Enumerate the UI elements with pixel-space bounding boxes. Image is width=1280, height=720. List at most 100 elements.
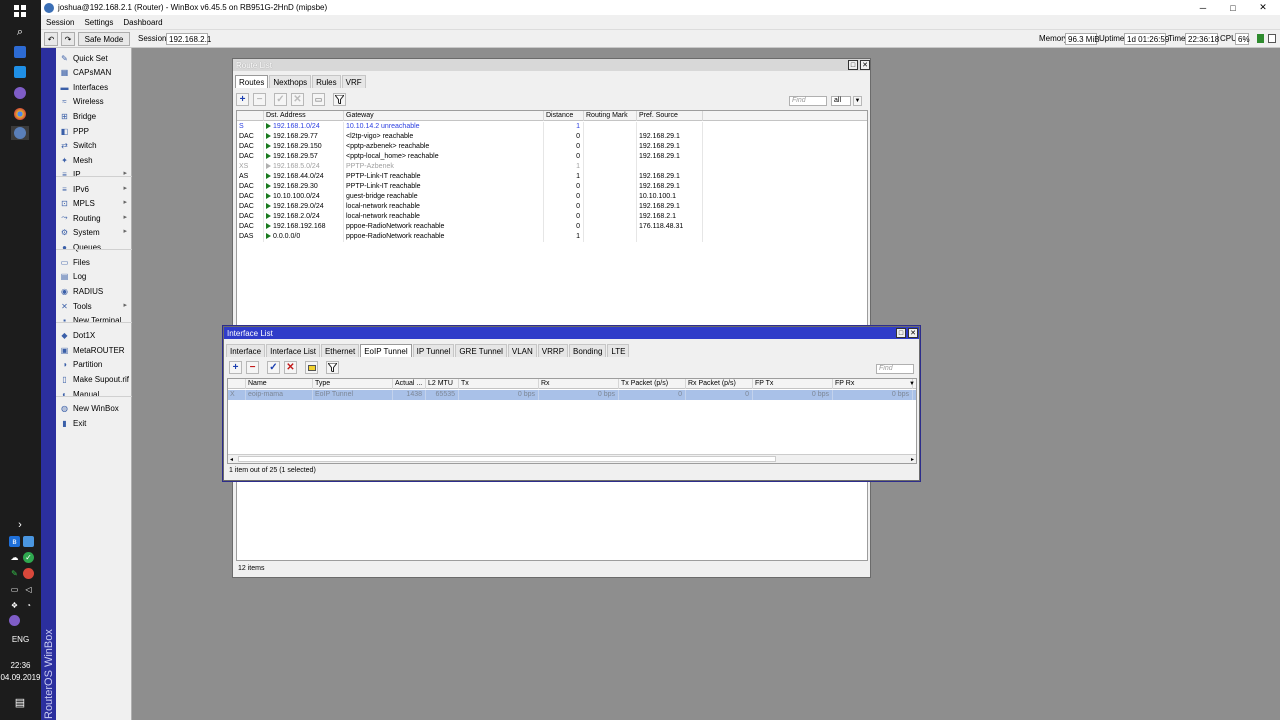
table-row[interactable]: Xeoip-mama EoIP Tunnel 1438 65535 0 bps 0 bps… (228, 390, 916, 400)
comment-route-button[interactable]: ▭ (312, 93, 325, 106)
language-indicator[interactable]: ENG (0, 635, 41, 644)
route-column-header[interactable] (237, 111, 264, 121)
sidebar-item-radius[interactable]: ◉ RADIUS (56, 284, 132, 298)
viber-icon[interactable] (11, 86, 29, 100)
tab-gre-tunnel[interactable]: GRE Tunnel (455, 344, 507, 357)
sidebar-item-quick-set[interactable]: ✎ Quick Set (56, 51, 132, 65)
bluetooth-icon[interactable]: ʙ (9, 536, 20, 547)
table-row[interactable]: DAC 192.168.29.57 <pptp-local_home> reacha… (237, 152, 867, 162)
clock-time[interactable]: 22:36 (0, 661, 41, 670)
winbox-taskbar-icon[interactable] (11, 126, 29, 140)
interface-column-header[interactable]: Actual ... (393, 379, 426, 389)
scroll-right-icon[interactable]: ▸ (911, 456, 914, 463)
dropbox-icon[interactable]: ❖ (9, 600, 20, 611)
table-row[interactable]: DAC 192.168.29.77 <l2tp-vigo> reachable 0 19… (237, 132, 867, 142)
enable-route-button[interactable]: ✓ (274, 93, 287, 106)
route-column-header[interactable]: Distance (544, 111, 584, 121)
chevron-up-icon[interactable]: › (11, 518, 29, 532)
comment-interface-button[interactable] (305, 361, 318, 374)
viber-tray-icon[interactable] (9, 615, 20, 626)
remove-interface-button[interactable]: − (246, 361, 259, 374)
sidebar-item-mpls[interactable]: ⊡ MPLS ▸ (56, 196, 132, 210)
table-row[interactable]: DAC 10.10.100.0/24 guest-bridge reachable 0… (237, 192, 867, 202)
sidebar-item-partition[interactable]: ◑ Partition (56, 357, 132, 371)
sidebar-item-ipv6[interactable]: ≡ IPv6 ▸ (56, 182, 132, 196)
interface-list-maximize-button[interactable]: □ (896, 328, 906, 338)
sidebar-item-log[interactable]: ▤ Log (56, 269, 132, 283)
filter-icon[interactable] (333, 93, 346, 106)
table-row[interactable]: DAC 192.168.29.150 <pptp-azbenek> reachabl… (237, 142, 867, 152)
interface-column-header[interactable]: L2 MTU (426, 379, 459, 389)
sidebar-item-dot1x[interactable]: ◆ Dot1X (56, 328, 132, 342)
table-row[interactable]: DAC 192.168.29.30 PPTP-Link-IT reachable 0 1… (237, 182, 867, 192)
windows-start-icon[interactable] (11, 4, 29, 18)
interface-column-header[interactable]: FP Tx (753, 379, 833, 389)
minimize-button[interactable]: ─ (1188, 0, 1218, 15)
task-view-icon[interactable] (11, 45, 29, 59)
table-row[interactable]: XS 192.168.5.0/24 PPTP-Azbenek 1 (237, 162, 867, 172)
route-column-header[interactable]: Pref. Source (637, 111, 703, 121)
sidebar-item-capsman[interactable]: ▦ CAPsMAN (56, 65, 132, 79)
sidebar-item-metarouter[interactable]: ▣ MetaROUTER (56, 343, 132, 357)
route-column-header[interactable]: Dst. Address (264, 111, 344, 121)
tab-interface-list[interactable]: Interface List (266, 344, 320, 357)
disable-route-button[interactable]: ✕ (291, 93, 304, 106)
scroll-left-icon[interactable]: ◂ (230, 456, 233, 463)
close-button[interactable]: ✕ (1248, 0, 1278, 15)
interface-column-header[interactable]: Tx Packet (p/s) (619, 379, 686, 389)
tab-vrf[interactable]: VRF (341, 75, 366, 88)
route-list-maximize-button[interactable]: □ (848, 60, 858, 70)
remove-route-button[interactable]: − (253, 93, 266, 106)
battery-icon[interactable]: ▭ (9, 584, 20, 595)
sidebar-item-interfaces[interactable]: ▬ Interfaces (56, 80, 132, 94)
clock-date[interactable]: 04.09.2019 (0, 673, 41, 682)
route-column-header[interactable]: Routing Mark (584, 111, 637, 121)
chrome-tray-icon[interactable] (23, 568, 34, 579)
route-list-close-button[interactable]: ✕ (860, 60, 870, 70)
wifi-icon[interactable]: ◔ (23, 600, 34, 611)
interface-column-header[interactable]: Type (313, 379, 393, 389)
route-column-header[interactable]: Gateway (344, 111, 544, 121)
safe-mode-button[interactable]: Safe Mode (78, 32, 130, 46)
check-tray-icon[interactable]: ✓ (23, 552, 34, 563)
table-row[interactable]: AS 192.168.44.0/24 PPTP-Link-IT reachable 1… (237, 172, 867, 182)
sidebar-item-switch[interactable]: ⇄ Switch (56, 138, 132, 152)
tray-app-icon[interactable] (23, 536, 34, 547)
interface-column-header[interactable]: Rx Packet (p/s) (686, 379, 753, 389)
sidebar-item-queues[interactable]: ● Queues (56, 240, 132, 254)
sidebar-item-new-winbox[interactable]: ◍ New WinBox (56, 401, 132, 415)
disable-interface-button[interactable]: ✕ (284, 361, 297, 374)
sidebar-item-system[interactable]: ⚙ System ▸ (56, 225, 132, 239)
route-filter-select[interactable]: all (831, 96, 851, 106)
scrollbar-thumb[interactable] (238, 456, 776, 462)
sidebar-item-files[interactable]: ▭ Files (56, 255, 132, 269)
sidebar-item-exit[interactable]: ▮ Exit (56, 416, 132, 430)
app-pinned-icon[interactable] (11, 65, 29, 79)
maximize-button[interactable]: □ (1218, 0, 1248, 15)
volume-icon[interactable]: ◁ (23, 584, 34, 595)
interface-column-header[interactable]: Rx (539, 379, 619, 389)
sidebar-item-manual[interactable]: ◐ Manual (56, 387, 132, 401)
table-row[interactable]: S 192.168.1.0/24 10.10.14.2 unreachable 1 (237, 122, 867, 132)
columns-chevron-down-icon[interactable]: ▼ (907, 379, 916, 389)
tab-bonding[interactable]: Bonding (569, 344, 607, 357)
sidebar-item-new-terminal[interactable]: ▪ New Terminal (56, 313, 132, 327)
redo-button[interactable]: ↷ (61, 32, 75, 46)
cloud-icon[interactable]: ☁ (9, 552, 20, 563)
interface-list-close-button[interactable]: ✕ (908, 328, 918, 338)
interface-column-header[interactable]: Tx (459, 379, 539, 389)
table-row[interactable]: DAC 192.168.29.0/24 local-network reachabl… (237, 202, 867, 212)
menu-settings[interactable]: Settings (79, 18, 118, 27)
interface-column-header[interactable]: Name (246, 379, 313, 389)
edit-tray-icon[interactable]: ✎ (9, 568, 20, 579)
sidebar-item-tools[interactable]: ✕ Tools ▸ (56, 299, 132, 313)
filter-icon[interactable] (326, 361, 339, 374)
sidebar-item-wireless[interactable]: ≈ Wireless (56, 94, 132, 108)
add-route-button[interactable]: + (236, 93, 249, 106)
sidebar-item-make-supout-rif[interactable]: ▯ Make Supout.rif (56, 372, 132, 386)
sidebar-item-ppp[interactable]: ◧ PPP (56, 124, 132, 138)
tab-ethernet[interactable]: Ethernet (320, 344, 360, 357)
table-row[interactable]: DAS 0.0.0.0/0 pppoe-RadioNetwork reachable… (237, 232, 867, 242)
lock-icon[interactable] (1268, 34, 1276, 43)
interface-find-input[interactable]: Find (876, 364, 914, 374)
